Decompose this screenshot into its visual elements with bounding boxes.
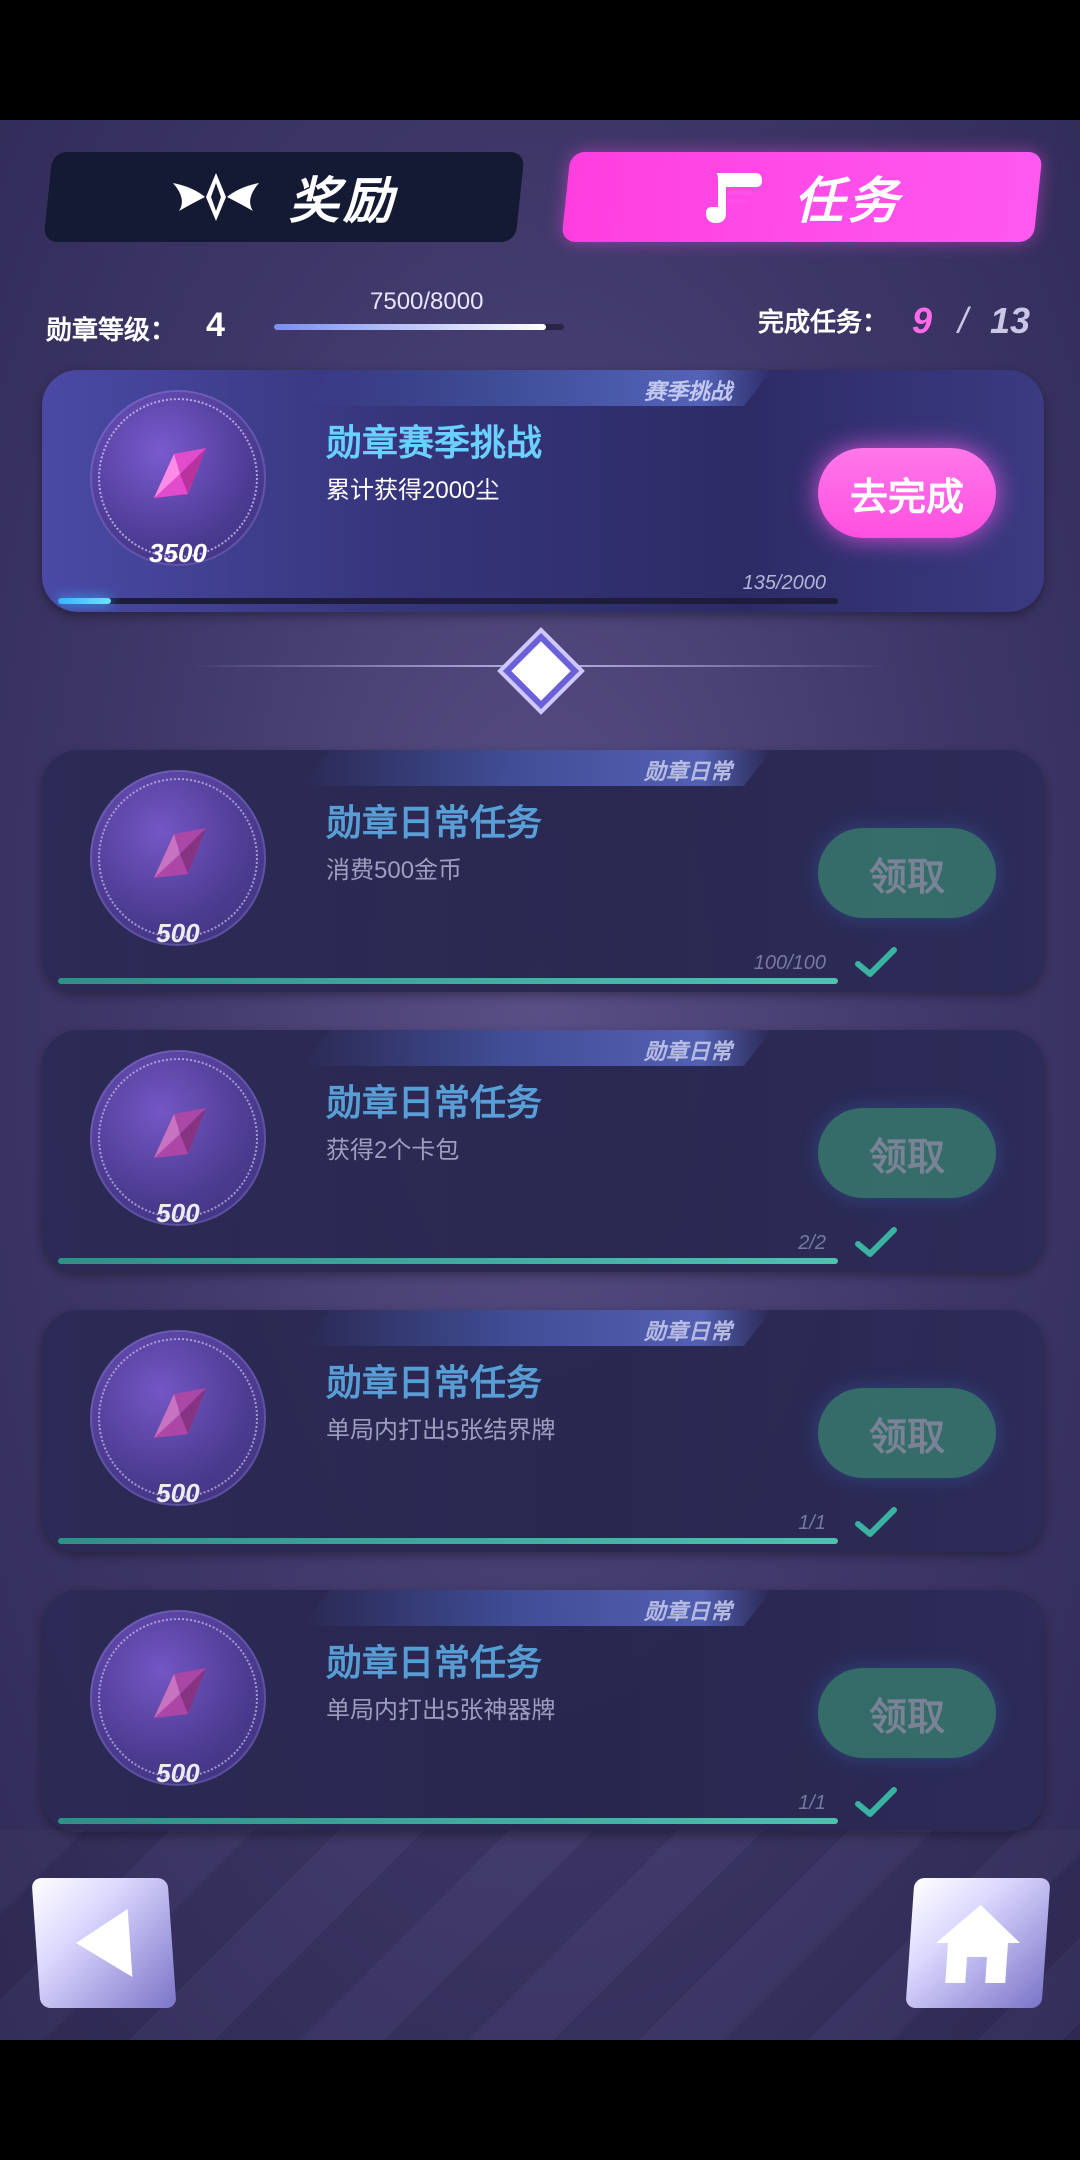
daily-task-title: 勋章日常任务 bbox=[326, 802, 543, 843]
scroll-icon bbox=[706, 173, 762, 223]
season-task-desc: 累计获得2000尘 bbox=[326, 477, 500, 504]
checkmark-icon bbox=[855, 1787, 897, 1817]
claim-button[interactable]: 领取 bbox=[818, 1668, 996, 1758]
checkmark-icon bbox=[855, 1507, 897, 1537]
season-reward-value: 3500 bbox=[149, 538, 207, 568]
completed-tasks-label: 完成任务： bbox=[758, 307, 889, 337]
daily-progress-fill bbox=[58, 1818, 838, 1824]
completed-count: 9 bbox=[912, 300, 933, 341]
tab-rewards[interactable]: 奖励 bbox=[43, 152, 525, 242]
pink-gem-icon bbox=[154, 1108, 206, 1158]
go-complete-button[interactable]: 去完成 bbox=[818, 448, 996, 538]
daily-reward-value: 500 bbox=[156, 1478, 200, 1508]
total-tasks: 13 bbox=[990, 300, 1031, 341]
xp-progress-bar bbox=[274, 324, 564, 330]
xp-progress-text: 7500/8000 bbox=[370, 288, 484, 315]
daily-progress-text: 2/2 bbox=[798, 1232, 826, 1254]
back-button[interactable] bbox=[31, 1878, 177, 2008]
daily-task-title: 勋章日常任务 bbox=[326, 1642, 543, 1683]
claim-button[interactable]: 领取 bbox=[818, 1108, 996, 1198]
daily-reward-value: 500 bbox=[156, 1198, 200, 1228]
daily-task-title: 勋章日常任务 bbox=[326, 1362, 543, 1403]
divider-diamond-icon bbox=[502, 632, 580, 710]
daily-progress-bar bbox=[58, 978, 838, 984]
daily-task-card: 勋章日常 500 勋章日常任务单局内打出5张结界牌 领取 1/1 bbox=[42, 1310, 1044, 1552]
tab-tasks-label: 任务 bbox=[794, 173, 902, 229]
season-task-title: 勋章赛季挑战 bbox=[326, 422, 543, 463]
xp-progress-fill bbox=[274, 324, 546, 330]
season-progress-fill bbox=[58, 598, 111, 604]
daily-task-desc: 单局内打出5张神器牌 bbox=[326, 1697, 556, 1724]
daily-task-card: 勋章日常 500 勋章日常任务获得2个卡包 领取 2/2 bbox=[42, 1030, 1044, 1272]
daily-progress-bar bbox=[58, 1258, 838, 1264]
home-icon bbox=[936, 1905, 1020, 1983]
pink-gem-icon bbox=[154, 828, 206, 878]
claim-button[interactable]: 领取 bbox=[818, 1388, 996, 1478]
daily-task-desc: 获得2个卡包 bbox=[326, 1137, 460, 1164]
completed-separator: / bbox=[958, 300, 969, 341]
daily-card-tag: 勋章日常 bbox=[302, 1310, 772, 1346]
home-button[interactable] bbox=[905, 1878, 1051, 2008]
daily-card-tag: 勋章日常 bbox=[302, 1030, 772, 1066]
daily-task-desc: 消费500金币 bbox=[326, 857, 463, 884]
daily-card-tag: 勋章日常 bbox=[302, 1590, 772, 1626]
daily-progress-bar bbox=[58, 1818, 838, 1824]
daily-progress-text: 1/1 bbox=[798, 1792, 826, 1814]
season-challenge-card: 赛季挑战 3500 勋章赛季挑战 累计获得2000尘 去完成 135/2000 bbox=[42, 370, 1044, 612]
pink-gem-icon bbox=[154, 1668, 206, 1718]
season-card-tag: 赛季挑战 bbox=[302, 370, 772, 406]
season-progress-bar bbox=[58, 598, 838, 604]
winged-emblem-icon bbox=[173, 173, 259, 221]
pink-gem-icon bbox=[154, 1388, 206, 1438]
daily-progress-fill bbox=[58, 978, 838, 984]
daily-reward-value: 500 bbox=[156, 918, 200, 948]
daily-card-tag: 勋章日常 bbox=[302, 750, 772, 786]
back-arrow-icon bbox=[75, 1909, 133, 1977]
tab-tasks[interactable]: 任务 bbox=[561, 152, 1043, 242]
medal-level-label: 勋章等级： bbox=[46, 315, 177, 345]
daily-progress-fill bbox=[58, 1538, 838, 1544]
daily-progress-text: 1/1 bbox=[798, 1512, 826, 1534]
pink-gem-icon bbox=[154, 448, 206, 498]
daily-task-title: 勋章日常任务 bbox=[326, 1082, 543, 1123]
daily-task-desc: 单局内打出5张结界牌 bbox=[326, 1417, 556, 1444]
daily-reward-value: 500 bbox=[156, 1758, 200, 1788]
season-progress-text: 135/2000 bbox=[742, 572, 826, 594]
daily-progress-text: 100/100 bbox=[753, 952, 826, 974]
daily-progress-fill bbox=[58, 1258, 838, 1264]
checkmark-icon bbox=[855, 1227, 897, 1257]
task-screen: 奖励 任务 勋章等级： 4 7500/8000 完成任务： 9 / 13 赛季挑… bbox=[0, 120, 1080, 2040]
daily-task-card: 勋章日常 500 勋章日常任务消费500金币 领取 100/100 bbox=[42, 750, 1044, 992]
daily-progress-bar bbox=[58, 1538, 838, 1544]
claim-button[interactable]: 领取 bbox=[818, 828, 996, 918]
checkmark-icon bbox=[855, 947, 897, 977]
daily-task-card: 勋章日常 500 勋章日常任务单局内打出5张神器牌 领取 1/1 bbox=[42, 1590, 1044, 1832]
medal-level-value: 4 bbox=[206, 306, 225, 344]
tab-rewards-label: 奖励 bbox=[289, 173, 397, 229]
